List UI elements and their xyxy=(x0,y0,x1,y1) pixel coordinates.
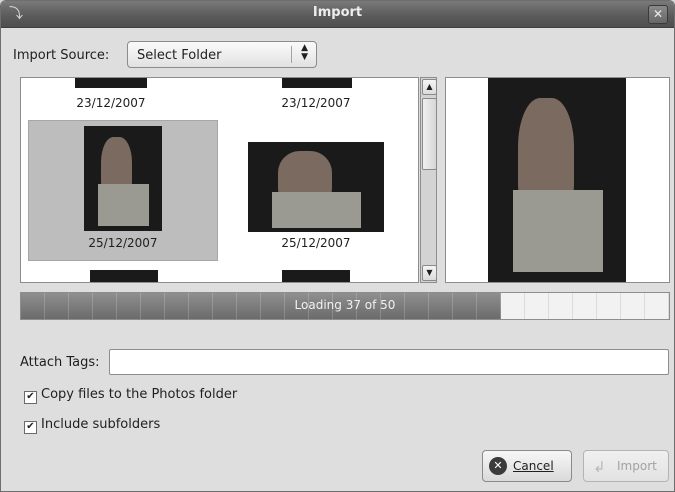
photo-preview xyxy=(445,77,670,283)
copy-files-label: Copy files to the Photos folder xyxy=(41,387,238,402)
cancel-icon: ✕ xyxy=(489,457,507,475)
import-icon: ↲ xyxy=(593,458,606,476)
select-separator xyxy=(291,46,292,63)
include-subfolders-checkbox[interactable]: ✔ xyxy=(24,421,37,434)
import-button[interactable]: ↲ Import xyxy=(583,450,669,482)
scroll-down-icon[interactable]: ▼ xyxy=(422,265,437,281)
attach-tags-input[interactable] xyxy=(109,349,669,375)
thumbnail-date: 25/12/2007 xyxy=(88,236,158,250)
window-title: Import xyxy=(312,5,363,20)
import-source-select[interactable]: Select Folder ▲ ▼ xyxy=(127,41,317,68)
import-dialog: ⤵ Import ✕ Import Source: Select Folder … xyxy=(0,0,675,492)
photo-thumbnail xyxy=(248,142,384,232)
photo-thumbnail xyxy=(75,78,147,88)
thumbnail-item[interactable]: 23/12/2007 xyxy=(41,78,181,118)
updown-arrows-icon: ▲ ▼ xyxy=(301,43,308,62)
thumbnail-date: 25/12/2007 xyxy=(281,236,351,250)
include-subfolders-label: Include subfolders xyxy=(41,417,161,432)
loading-progress-bar: Loading 37 of 50 xyxy=(20,292,670,320)
attach-tags-label: Attach Tags: xyxy=(20,355,100,370)
thumbnail-scrollbar[interactable]: ▲ ▼ xyxy=(420,77,437,283)
copy-files-option[interactable]: ✔ Copy files to the Photos folder xyxy=(24,387,237,404)
import-source-label: Import Source: xyxy=(13,48,110,63)
copy-files-checkbox[interactable]: ✔ xyxy=(24,391,37,404)
photo-thumbnail xyxy=(282,78,352,88)
close-icon[interactable]: ✕ xyxy=(648,5,668,24)
photo-thumbnail xyxy=(84,126,162,231)
thumbnail-date: 23/12/2007 xyxy=(76,96,146,110)
preview-image xyxy=(488,78,626,282)
import-source-value: Select Folder xyxy=(137,48,222,63)
photo-thumbnail xyxy=(282,270,350,282)
title-bar[interactable]: ⤵ Import ✕ xyxy=(1,1,674,28)
thumbnail-grid[interactable]: 23/12/2007 23/12/2007 25/12/2007 25/12/2… xyxy=(20,77,419,283)
thumbnail-item-selected[interactable]: 25/12/2007 xyxy=(28,120,218,260)
thumbnail-item[interactable]: 25/12/2007 xyxy=(241,120,391,260)
cancel-label: Cancel xyxy=(513,459,554,473)
progress-text: Loading 37 of 50 xyxy=(294,298,396,312)
photo-thumbnail xyxy=(90,270,158,282)
include-subfolders-option[interactable]: ✔ Include subfolders xyxy=(24,417,160,434)
thumbnail-date: 23/12/2007 xyxy=(281,96,351,110)
cancel-button[interactable]: ✕ Cancel xyxy=(482,450,572,482)
scrollbar-thumb[interactable] xyxy=(422,98,437,170)
import-label: Import xyxy=(617,459,657,473)
scroll-up-icon[interactable]: ▲ xyxy=(422,79,437,95)
thumbnail-item[interactable]: 23/12/2007 xyxy=(246,78,386,118)
